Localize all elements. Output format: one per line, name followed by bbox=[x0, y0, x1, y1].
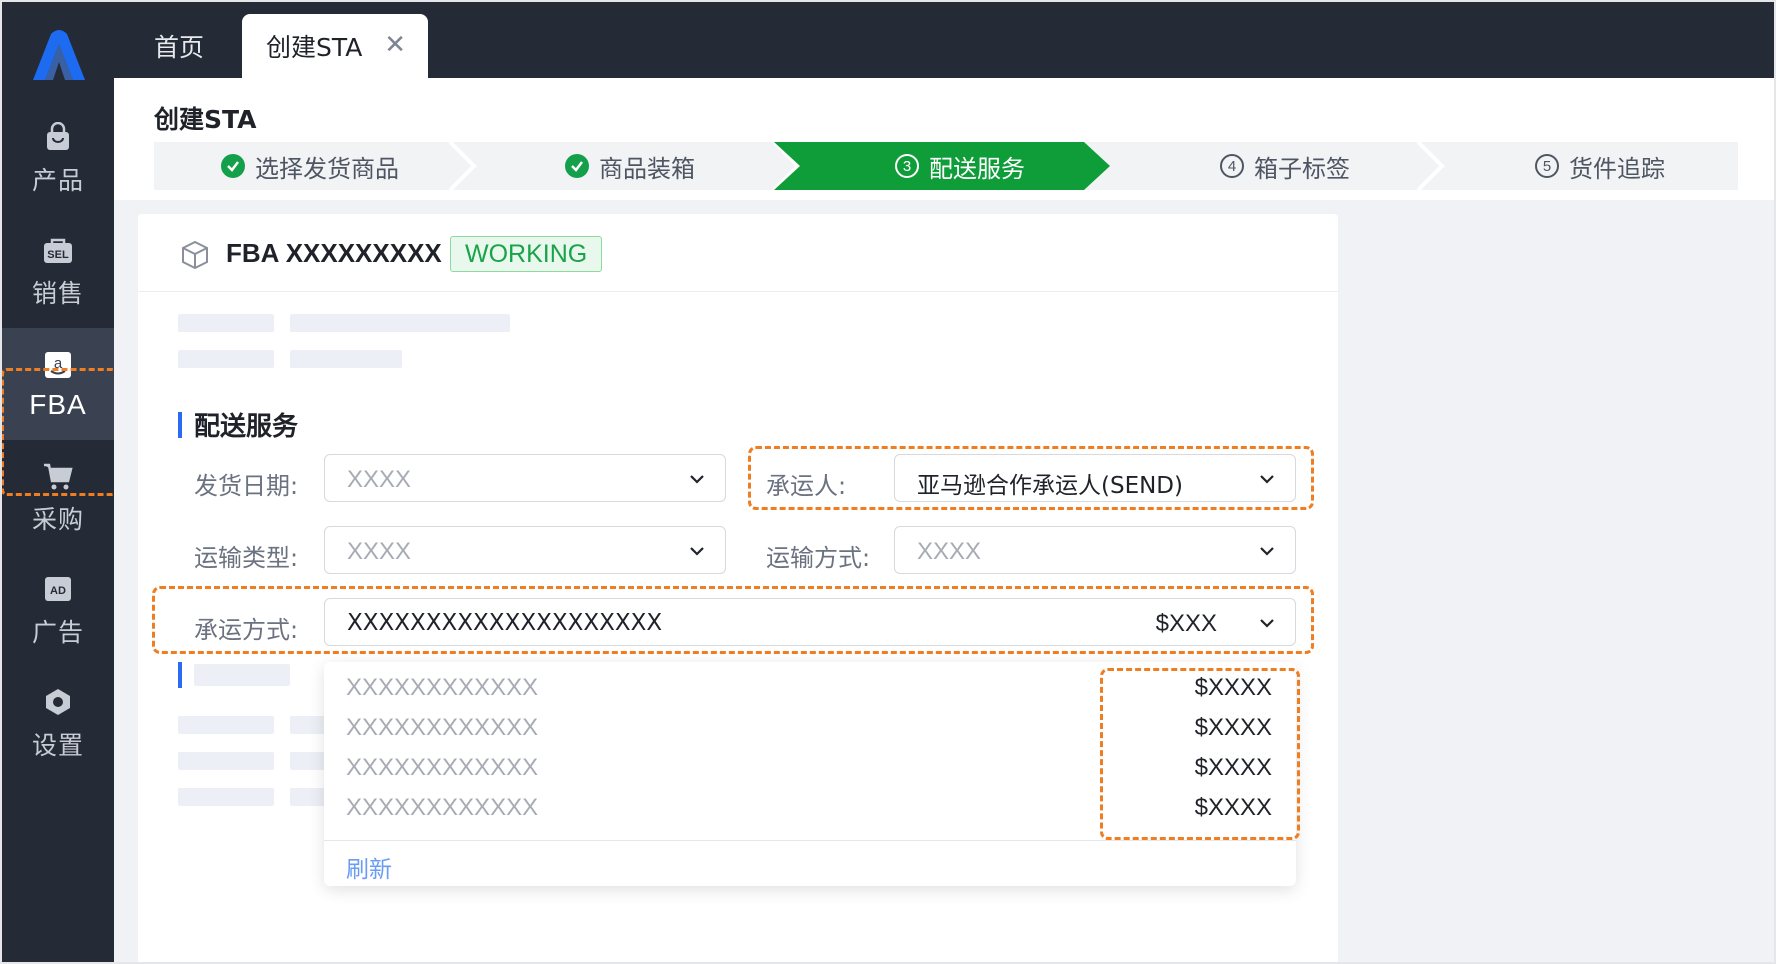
dropdown-option[interactable]: XXXXXXXXXXXX $XXXX bbox=[324, 788, 1296, 828]
tab-home[interactable]: 首页 bbox=[154, 14, 204, 78]
bag-icon bbox=[40, 119, 76, 155]
cart-icon bbox=[40, 458, 76, 494]
step-packing[interactable]: 商品装箱 bbox=[480, 142, 780, 190]
section-title: 配送服务 bbox=[194, 412, 299, 442]
chevron-down-icon bbox=[690, 547, 704, 556]
divider bbox=[324, 840, 1296, 841]
sidebar-item-fba[interactable]: a FBA bbox=[2, 328, 114, 440]
step-tracking[interactable]: 5 货件追踪 bbox=[1450, 142, 1750, 190]
transport-mode-select[interactable]: XXXX bbox=[894, 526, 1296, 574]
step-label: 箱子标签 bbox=[1254, 154, 1350, 183]
sidebar-item-label: 产品 bbox=[31, 166, 84, 195]
step-number: 5 bbox=[1535, 154, 1559, 178]
sidebar-item-label: 广告 bbox=[31, 618, 84, 647]
transport-type-value: XXXX bbox=[347, 538, 412, 565]
step-shipping-service[interactable]: 3 配送服务 bbox=[800, 142, 1120, 190]
dropdown-option[interactable]: XXXXXXXXXXXX $XXXX bbox=[324, 748, 1296, 788]
sidebar-item-ads[interactable]: AD 广告 bbox=[2, 554, 114, 666]
step-number: 3 bbox=[895, 154, 919, 178]
section-marker bbox=[178, 662, 182, 688]
amazon-icon: a bbox=[40, 347, 76, 383]
step-label: 货件追踪 bbox=[1569, 154, 1665, 183]
sidebar-item-label: FBA bbox=[29, 389, 87, 420]
sidebar-item-label: 销售 bbox=[31, 279, 84, 308]
transport-mode-label: 运输方式: bbox=[766, 544, 871, 572]
step-label: 配送服务 bbox=[929, 154, 1025, 183]
carrier-method-value: XXXXXXXXXXXXXXXXXXXX bbox=[347, 610, 663, 636]
skeleton-line bbox=[194, 664, 290, 686]
sidebar-item-label: 设置 bbox=[31, 731, 84, 760]
carrier-method-price: $XXX bbox=[1155, 610, 1217, 637]
skeleton-line bbox=[178, 314, 274, 332]
sidebar-item-settings[interactable]: 设置 bbox=[2, 667, 114, 779]
dropdown-option[interactable]: XXXXXXXXXXXX $XXXX bbox=[324, 708, 1296, 748]
option-name: XXXXXXXXXXXX bbox=[346, 714, 539, 741]
gear-hex-icon bbox=[40, 684, 76, 720]
transport-type-label: 运输类型: bbox=[194, 544, 299, 572]
section-marker bbox=[178, 412, 182, 438]
svg-text:SEL: SEL bbox=[47, 249, 69, 261]
svg-text:a: a bbox=[54, 355, 63, 372]
carrier-method-label: 承运方式: bbox=[194, 616, 299, 644]
step-select-goods[interactable]: 选择发货商品 bbox=[160, 142, 460, 190]
chevron-down-icon bbox=[1260, 547, 1274, 556]
sidebar-item-sales[interactable]: SEL 销售 bbox=[2, 215, 114, 327]
step-label: 商品装箱 bbox=[599, 154, 695, 183]
dropdown-option[interactable]: XXXXXXXXXXXX $XXXX bbox=[324, 668, 1296, 708]
app-window: 产品 SEL 销售 a FBA 采购 AD 广告 设置 首页 创建STA ✕ 创… bbox=[0, 0, 1776, 964]
skeleton-line bbox=[178, 788, 274, 806]
carrier-select[interactable]: 亚马逊合作承运人(SEND) bbox=[894, 454, 1296, 502]
option-name: XXXXXXXXXXXX bbox=[346, 754, 539, 781]
carrier-value: 亚马逊合作承运人(SEND) bbox=[917, 473, 1183, 499]
sidebar: 产品 SEL 销售 a FBA 采购 AD 广告 设置 bbox=[2, 2, 114, 964]
carrier-label: 承运人: bbox=[766, 472, 847, 500]
refresh-link[interactable]: 刷新 bbox=[346, 850, 392, 884]
tab-create-sta[interactable]: 创建STA ✕ bbox=[242, 14, 428, 78]
close-icon[interactable]: ✕ bbox=[384, 30, 406, 60]
carrier-method-select[interactable]: XXXXXXXXXXXXXXXXXXXX $XXX bbox=[324, 598, 1296, 646]
step-box-labels[interactable]: 4 箱子标签 bbox=[1130, 142, 1440, 190]
card-header: FBA XXXXXXXXX WORKING bbox=[138, 214, 1338, 292]
sel-tag-icon: SEL bbox=[40, 232, 76, 268]
chevron-down-icon bbox=[690, 475, 704, 484]
skeleton-line bbox=[178, 752, 274, 770]
tab-bar: 首页 创建STA ✕ bbox=[114, 2, 1776, 78]
ad-icon: AD bbox=[40, 571, 76, 607]
svg-text:AD: AD bbox=[50, 585, 66, 597]
option-price: $XXXX bbox=[1194, 714, 1272, 741]
status-badge: WORKING bbox=[450, 236, 603, 272]
skeleton-line bbox=[290, 314, 510, 332]
option-price: $XXXX bbox=[1194, 794, 1272, 821]
skeleton-line bbox=[178, 716, 274, 734]
step-label: 选择发货商品 bbox=[255, 154, 399, 183]
sidebar-item-purchase[interactable]: 采购 bbox=[2, 441, 114, 553]
logo-icon[interactable] bbox=[29, 28, 89, 82]
sidebar-item-products[interactable]: 产品 bbox=[2, 102, 114, 214]
sidebar-item-label: 采购 bbox=[31, 505, 84, 534]
ship-date-select[interactable]: XXXX bbox=[324, 454, 726, 502]
check-icon bbox=[221, 154, 245, 178]
ship-date-label: 发货日期: bbox=[194, 472, 299, 500]
carrier-method-dropdown: XXXXXXXXXXXX $XXXX XXXXXXXXXXXX $XXXX XX… bbox=[324, 662, 1296, 886]
tab-label: 创建STA bbox=[266, 33, 363, 62]
transport-type-select[interactable]: XXXX bbox=[324, 526, 726, 574]
option-price: $XXXX bbox=[1194, 674, 1272, 701]
skeleton-line bbox=[178, 350, 274, 368]
check-icon bbox=[565, 154, 589, 178]
option-name: XXXXXXXXXXXX bbox=[346, 794, 539, 821]
option-name: XXXXXXXXXXXX bbox=[346, 674, 539, 701]
skeleton-line bbox=[290, 350, 402, 368]
ship-date-value: XXXX bbox=[347, 466, 412, 493]
chevron-down-icon bbox=[1260, 475, 1274, 484]
chevron-down-icon bbox=[1260, 619, 1274, 628]
step-number: 4 bbox=[1220, 154, 1244, 178]
option-price: $XXXX bbox=[1194, 754, 1272, 781]
box-icon bbox=[182, 240, 208, 270]
page-title: 创建STA bbox=[154, 105, 257, 134]
transport-mode-value: XXXX bbox=[917, 538, 982, 565]
shipment-id: FBA XXXXXXXXX bbox=[226, 238, 442, 268]
